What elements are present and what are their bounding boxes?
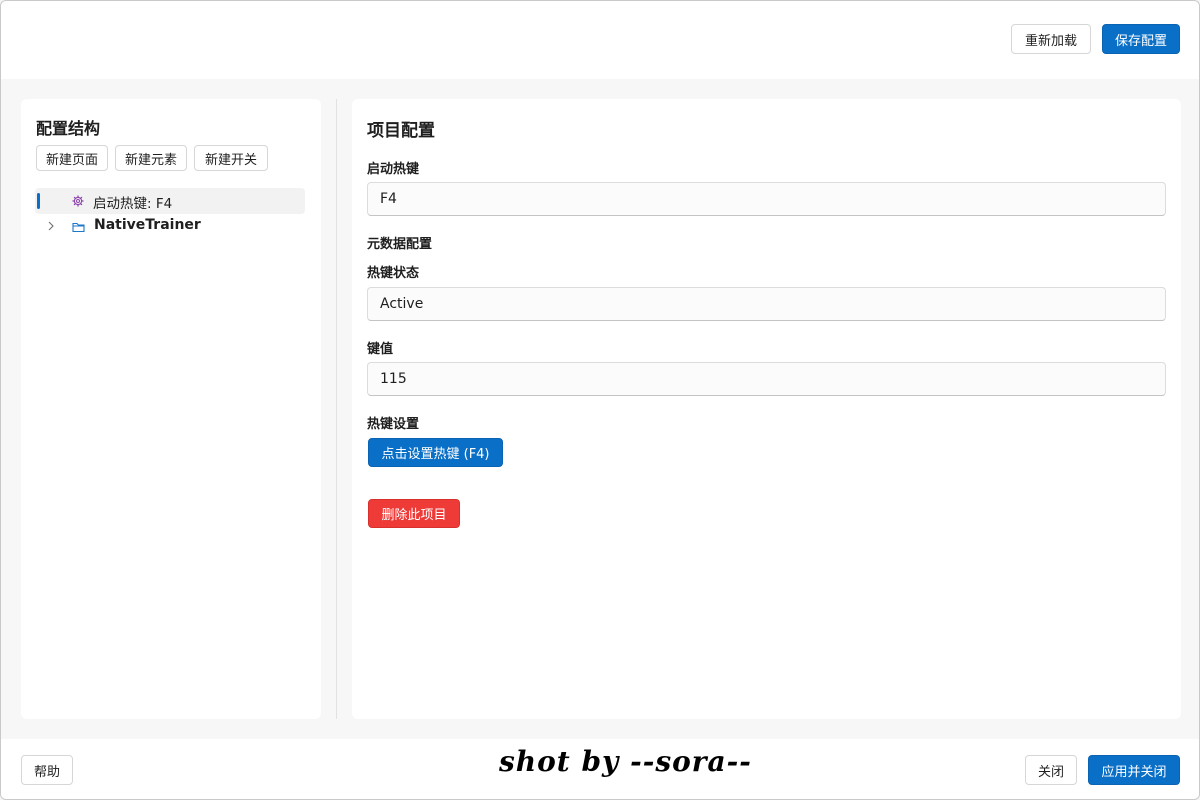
- set-hotkey-button[interactable]: 点击设置热键 (F4): [368, 438, 503, 467]
- top-toolbar: 重新加载 保存配置: [1, 1, 1199, 79]
- tree-item-label: NativeTrainer: [94, 217, 201, 233]
- hotkey-status-label: 热键状态: [367, 266, 420, 281]
- gear-icon: [72, 195, 84, 207]
- key-value-input[interactable]: [367, 362, 1166, 396]
- reload-button[interactable]: 重新加载: [1011, 24, 1091, 54]
- panel-divider[interactable]: [336, 99, 337, 719]
- watermark-text: shot by --sora--: [499, 745, 752, 778]
- item-config-panel: 项目配置 启动热键 元数据配置 热键状态 键值 热键设置 点击设置热键 (F4)…: [352, 99, 1181, 719]
- tree-item-nativetrainer[interactable]: NativeTrainer: [35, 214, 305, 240]
- item-config-title: 项目配置: [367, 121, 435, 141]
- delete-item-button[interactable]: 删除此项目: [368, 499, 460, 528]
- new-page-button[interactable]: 新建页面: [36, 145, 108, 171]
- config-window: 重新加载 保存配置 配置结构 新建页面 新建元素 新建开关 启动热键: F4 N…: [0, 0, 1200, 800]
- config-structure-title: 配置结构: [36, 119, 101, 138]
- tree-item-label: 启动热键: F4: [93, 196, 173, 212]
- apply-and-close-button[interactable]: 应用并关闭: [1088, 755, 1180, 785]
- hotkey-settings-label: 热键设置: [367, 417, 420, 432]
- close-button[interactable]: 关闭: [1025, 755, 1077, 785]
- hotkey-status-input[interactable]: [367, 287, 1166, 321]
- hotkey-input[interactable]: [367, 182, 1166, 216]
- key-value-label: 键值: [367, 342, 394, 357]
- chevron-right-icon[interactable]: [46, 220, 56, 232]
- selection-indicator: [37, 193, 40, 209]
- config-structure-panel: 配置结构 新建页面 新建元素 新建开关 启动热键: F4 NativeTrain…: [21, 99, 321, 719]
- hotkey-label: 启动热键: [367, 162, 420, 177]
- save-config-button[interactable]: 保存配置: [1102, 24, 1180, 54]
- new-element-button[interactable]: 新建元素: [115, 145, 187, 171]
- help-button[interactable]: 帮助: [21, 755, 73, 785]
- new-switch-button[interactable]: 新建开关: [194, 145, 268, 171]
- tree-item-startup-hotkey[interactable]: 启动热键: F4: [35, 188, 305, 214]
- metadata-section-label: 元数据配置: [367, 237, 433, 252]
- folder-icon: [72, 221, 85, 233]
